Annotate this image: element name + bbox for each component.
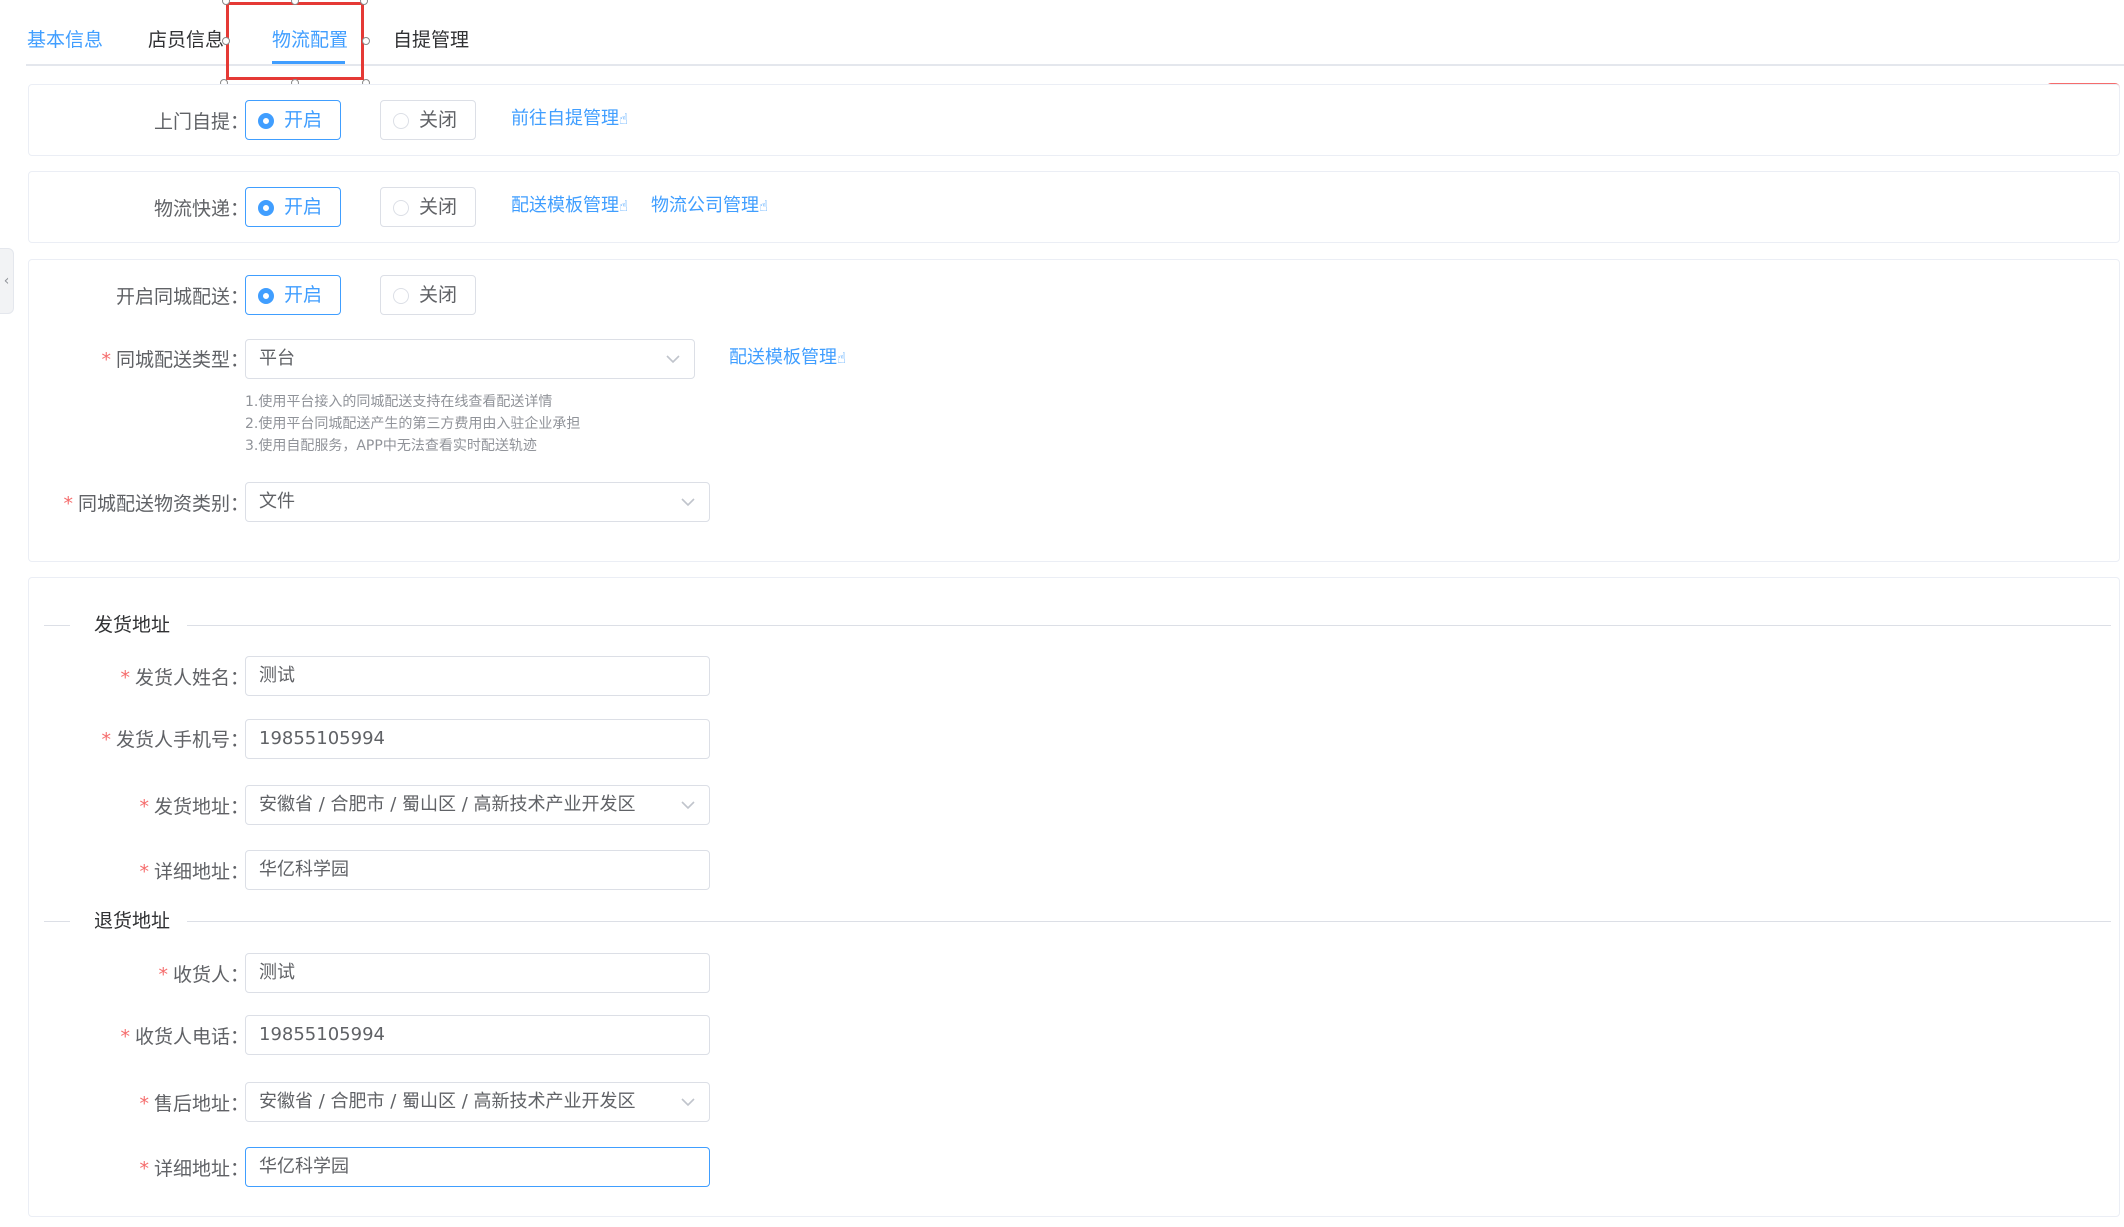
city-type-select[interactable]: 平台: [245, 339, 695, 379]
pointer-hand-icon: ☝: [619, 110, 629, 128]
city-on-radio[interactable]: 开启: [245, 275, 341, 315]
radio-unchecked-icon: [393, 113, 409, 129]
hint-line-3: 3.使用自配服务，APP中无法查看实时配送轨迹: [245, 438, 537, 454]
express-card: 物流快递： 开启 关闭 配送模板管理☝ 物流公司管理☝: [28, 171, 2120, 243]
radio-checked-icon: [258, 113, 274, 129]
return-detail-input[interactable]: 华亿科学园: [245, 1147, 710, 1187]
tab-staff-info[interactable]: 店员信息: [148, 26, 224, 54]
radio-checked-icon: [258, 288, 274, 304]
ship-phone-input[interactable]: 19855105994: [245, 719, 710, 759]
return-address-title: 退货地址: [94, 910, 171, 932]
city-off-radio[interactable]: 关闭: [380, 275, 476, 315]
selection-handle[interactable]: [362, 37, 370, 45]
section-divider: [44, 921, 70, 922]
pickup-on-radio[interactable]: 开启: [245, 100, 341, 140]
pickup-card: 上门自提： 开启 关闭 前往自提管理☝: [28, 84, 2120, 156]
selection-handle[interactable]: [360, 0, 368, 5]
pickup-off-radio[interactable]: 关闭: [380, 100, 476, 140]
ship-address-label: * 发货地址：: [139, 796, 249, 818]
chevron-down-icon: [681, 1098, 695, 1107]
pointer-hand-icon: ☝: [619, 197, 629, 215]
radio-unchecked-icon: [393, 200, 409, 216]
return-phone-input[interactable]: 19855105994: [245, 1015, 710, 1055]
city-delivery-label: 开启同城配送：: [115, 286, 249, 308]
selection-highlight: [226, 2, 364, 80]
express-on-radio[interactable]: 开启: [245, 187, 341, 227]
return-phone-label: * 收货人电话：: [120, 1026, 249, 1048]
hint-line-1: 1.使用平台接入的同城配送支持在线查看配送详情: [245, 394, 553, 410]
delivery-template-link[interactable]: 配送模板管理☝: [511, 194, 628, 218]
address-card: 发货地址 * 发货人姓名： 测试 * 发货人手机号： 19855105994 * 发货…: [28, 577, 2120, 1217]
goto-pickup-management-link[interactable]: 前往自提管理☝: [511, 107, 628, 131]
return-name-input[interactable]: 测试: [245, 953, 710, 993]
chevron-left-icon: ‹: [3, 273, 10, 289]
express-off-radio[interactable]: 关闭: [380, 187, 476, 227]
section-divider: [187, 625, 2111, 626]
ship-detail-label: * 详细地址：: [139, 861, 249, 883]
pickup-label: 上门自提：: [153, 111, 249, 133]
sidebar-collapse-handle[interactable]: ‹: [0, 248, 14, 314]
aftersale-address-label: * 售后地址：: [139, 1093, 249, 1115]
chevron-down-icon: [681, 498, 695, 507]
selection-handle[interactable]: [222, 37, 230, 45]
chevron-down-icon: [666, 355, 680, 364]
ship-detail-input[interactable]: 华亿科学园: [245, 850, 710, 890]
ship-address-title: 发货地址: [94, 614, 171, 636]
return-name-label: * 收货人：: [158, 964, 249, 986]
section-divider: [187, 921, 2111, 922]
city-type-label: * 同城配送类型：: [101, 349, 249, 371]
section-divider: [44, 625, 70, 626]
hint-line-2: 2.使用平台同城配送产生的第三方费用由入驻企业承担: [245, 416, 581, 432]
radio-checked-icon: [258, 200, 274, 216]
ship-name-input[interactable]: 测试: [245, 656, 710, 696]
pointer-hand-icon: ☝: [759, 197, 769, 215]
express-label: 物流快递：: [153, 198, 249, 220]
ship-phone-label: * 发货人手机号：: [101, 729, 249, 751]
ship-address-cascader[interactable]: 安徽省 / 合肥市 / 蜀山区 / 高新技术产业开发区: [245, 785, 710, 825]
tab-pickup-management[interactable]: 自提管理: [393, 26, 469, 54]
ship-name-label: * 发货人姓名：: [120, 667, 249, 689]
return-detail-label: * 详细地址：: [139, 1158, 249, 1180]
city-category-select[interactable]: 文件: [245, 482, 710, 522]
logistics-company-link[interactable]: 物流公司管理☝: [651, 194, 768, 218]
aftersale-address-cascader[interactable]: 安徽省 / 合肥市 / 蜀山区 / 高新技术产业开发区: [245, 1082, 710, 1122]
city-category-label: * 同城配送物资类别：: [63, 493, 249, 515]
city-delivery-template-link[interactable]: 配送模板管理☝: [729, 346, 846, 370]
radio-unchecked-icon: [393, 288, 409, 304]
pointer-hand-icon: ☝: [837, 349, 847, 367]
tab-basic-info[interactable]: 基本信息: [27, 26, 103, 54]
city-delivery-card: 开启同城配送： 开启 关闭 * 同城配送类型： 平台 配送模板管理☝ 1.使用平台…: [28, 259, 2120, 562]
chevron-down-icon: [681, 801, 695, 810]
